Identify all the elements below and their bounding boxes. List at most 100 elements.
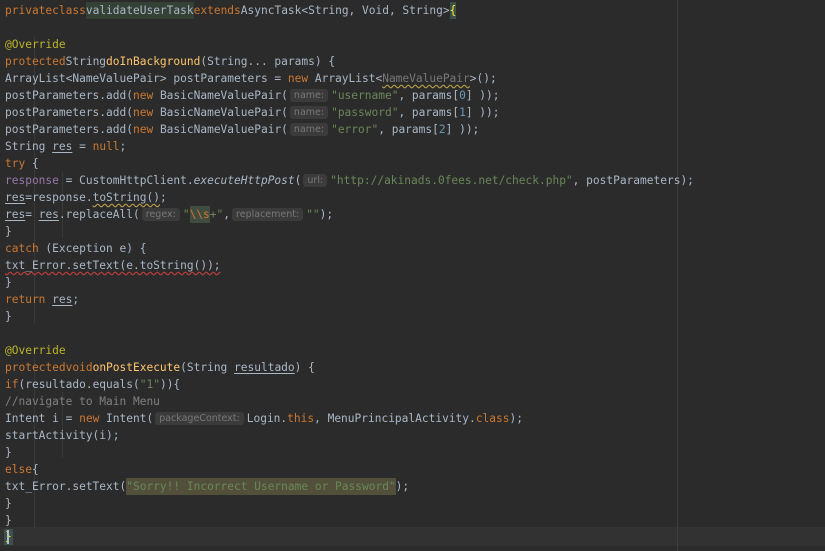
code-line-7[interactable]: postParameters.add(new BasicNameValuePai… [5,104,500,121]
code-line-4[interactable]: protected String doInBackground (String..… [5,53,335,70]
code-line-11[interactable]: response = CustomHttpClient. executeHttpP… [5,172,694,189]
keyword: class [475,412,510,425]
code-text: BasicNameValuePair( [153,123,288,136]
warning-text: toString() [92,191,160,204]
code-text: ] )); [465,89,500,102]
string-literal: "error" [331,123,379,136]
keyword: new [287,72,309,85]
code-line-28[interactable]: else{ [5,461,39,478]
code-text: , [223,208,231,221]
code-text: , MenuPrincipalActivity. [314,412,476,425]
code-line-1[interactable]: private class validateUserTask extends A… [5,2,457,19]
code-line-24[interactable]: //navigate to Main Menu [5,393,160,410]
field: response [5,174,59,187]
code-text: Intent i = [5,412,80,425]
code-line-26[interactable]: startActivity(i); [5,427,120,444]
parameter-hint: replacement: [232,208,304,221]
keyword: null [92,140,120,153]
code-text: .replaceAll( [58,208,140,221]
current-line-highlight [0,527,825,546]
code-line-17[interactable]: } [5,274,12,291]
error-text: txt_Error.setText(e.toString()); [5,259,221,272]
code-line-5[interactable]: ArrayList<NameValuePair> postParameters … [5,70,497,87]
code-text: >(); [469,72,497,85]
code-text: postParameters.add( [5,106,133,119]
number-literal: 1 [459,106,466,119]
code-text: { [31,463,39,476]
code-line-13[interactable]: res = res .replaceAll(regex: " \\s +", replace… [5,206,333,223]
code-text: Intent( [99,412,154,425]
code-line-31[interactable]: } [5,512,12,529]
keyword: new [132,106,154,119]
code-text: ] )); [445,123,480,136]
code-line-30[interactable]: } [5,495,12,512]
code-text: startActivity(i); [5,429,120,442]
variable: res [5,208,26,221]
code-text: , params[ [398,89,460,102]
code-line-29[interactable]: txt_Error.setText("Sorry!! Incorrect Use… [5,478,409,495]
keyword: this [287,412,315,425]
variable: resultado [234,361,295,374]
string-literal: "http://akinads.0fees.net/check.php" [330,174,573,187]
string-literal: "" [306,208,320,221]
escape-sequence: \\s [189,206,210,223]
keyword: else [5,463,32,476]
code-line-21[interactable]: @Override [5,342,66,359]
code-line-12[interactable]: res =response. toString(); [5,189,167,206]
parameter-hint: name: [289,89,329,102]
code-text: = CustomHttpClient. [58,174,194,187]
parameter-hint: url: [303,174,328,187]
code-text: ArrayList<NameValuePair> postParameters … [5,72,288,85]
code-text: ); [395,480,410,493]
text-caret [7,530,9,544]
code-line-15[interactable]: catch (Exception e) { [5,240,146,257]
code-text: txt_Error.setText( [5,480,127,493]
code-text: (resultado.equals( [18,378,140,391]
code-text: ] )); [465,106,500,119]
code-line-6[interactable]: postParameters.add(new BasicNameValuePai… [5,87,500,104]
keyword: try [5,157,26,170]
parameter-hint: name: [289,123,329,136]
keyword: class [52,4,86,17]
string-literal: "username" [331,89,399,102]
keyword: private [5,4,53,17]
code-line-14[interactable]: } [5,223,12,240]
keyword: protected [5,55,66,68]
keyword: new [132,89,154,102]
code-text: postParameters.add( [5,123,133,136]
base-type: AsyncTask<String, Void, String> [240,4,450,17]
code-line-23[interactable]: if (resultado.equals("1")){ [5,376,180,393]
code-text: )){ [159,378,181,391]
code-text: =response. [25,191,93,204]
code-text: ); [319,208,334,221]
parameter-hint: name: [289,106,329,119]
code-line-10[interactable]: try { [5,155,39,172]
keyword: new [79,412,100,425]
keyword: extends [193,4,241,17]
code-line-27[interactable]: } [5,444,12,461]
code-line-18[interactable]: return res; [5,291,79,308]
code-line-16[interactable]: txt_Error.setText(e.toString()); [5,257,221,274]
comment: //navigate to Main Menu [5,395,160,408]
number-literal: 0 [459,89,466,102]
matched-brace: { [449,2,457,19]
code-line-9[interactable]: String res = null; [5,138,126,155]
code-line-19[interactable]: } [5,308,12,325]
code-text: ; [72,293,80,306]
code-line-3[interactable]: @Override [5,36,66,53]
code-text: } [5,446,12,459]
code-line-25[interactable]: Intent i = new Intent(packageContext: Log… [5,410,523,427]
keyword: void [65,361,93,374]
method-name: onPostExecute [92,361,181,374]
code-line-22[interactable]: protected void onPostExecute (String resu… [5,359,315,376]
code-text: postParameters.add( [5,89,133,102]
code-line-8[interactable]: postParameters.add(new BasicNameValuePai… [5,121,479,138]
code-editor[interactable]: private class validateUserTask extends A… [0,0,825,551]
code-text: ArrayList< [308,72,383,85]
code-text: { [25,157,39,170]
annotation: @Override [5,344,66,357]
string-literal: "password" [331,106,399,119]
code-text: } [5,225,12,238]
keyword: catch [5,242,39,255]
code-text: } [5,497,12,510]
